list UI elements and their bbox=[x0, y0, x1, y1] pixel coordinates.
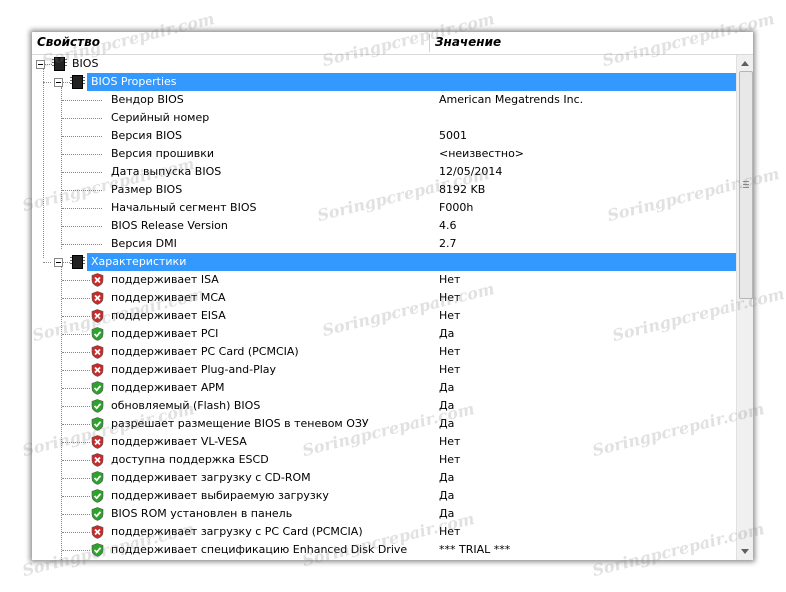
feature-value: Нет bbox=[439, 273, 461, 286]
tree-line bbox=[62, 460, 90, 461]
shield-check-icon bbox=[91, 399, 104, 413]
scroll-down-arrow-icon[interactable] bbox=[741, 549, 749, 554]
feature-value: Да bbox=[439, 489, 455, 502]
feature-row[interactable]: поддерживает APM Да bbox=[32, 379, 736, 397]
property-value: American Megatrends Inc. bbox=[439, 93, 584, 106]
shield-check-icon bbox=[91, 471, 104, 485]
property-value: 5001 bbox=[439, 129, 467, 142]
tree-line bbox=[62, 478, 90, 479]
feature-name: поддерживает выбираемую загрузку bbox=[111, 489, 329, 502]
tree-line bbox=[62, 514, 90, 515]
feature-name: поддерживает VL-VESA bbox=[111, 435, 247, 448]
tree-line bbox=[62, 370, 90, 371]
property-name: Версия BIOS bbox=[111, 129, 183, 142]
feature-row[interactable]: поддерживает Plug-and-Play Нет bbox=[32, 361, 736, 379]
shield-check-icon bbox=[91, 381, 104, 395]
property-name: Версия прошивки bbox=[111, 147, 215, 160]
tree-line bbox=[63, 82, 70, 83]
tree-line bbox=[62, 298, 90, 299]
shield-cross-icon bbox=[91, 291, 104, 305]
shield-cross-icon bbox=[91, 345, 104, 359]
feature-value: Нет bbox=[439, 345, 461, 358]
tree-line bbox=[62, 352, 90, 353]
tree-line bbox=[62, 496, 90, 497]
feature-value: Да bbox=[439, 381, 455, 394]
shield-cross-icon bbox=[91, 453, 104, 467]
shield-cross-icon bbox=[91, 273, 104, 287]
property-row[interactable]: Версия BIOS 5001 bbox=[32, 127, 736, 145]
property-row[interactable]: Версия DMI 2.7 bbox=[32, 235, 736, 253]
tree-line bbox=[62, 244, 102, 245]
tree-line bbox=[62, 226, 102, 227]
shield-cross-icon bbox=[91, 525, 104, 539]
property-row[interactable]: Вендор BIOS American Megatrends Inc. bbox=[32, 91, 736, 109]
feature-row[interactable]: доступна поддержка ESCD Нет bbox=[32, 451, 736, 469]
property-value: 2.7 bbox=[439, 237, 457, 250]
feature-name: BIOS ROM установлен в панель bbox=[111, 507, 293, 520]
feature-name: поддерживает APM bbox=[111, 381, 225, 394]
shield-check-icon bbox=[91, 507, 104, 521]
scroll-up-arrow-icon[interactable] bbox=[741, 61, 749, 66]
property-name: Начальный сегмент BIOS bbox=[111, 201, 257, 214]
property-name: Версия DMI bbox=[111, 237, 177, 250]
collapse-icon[interactable] bbox=[54, 258, 63, 267]
tree-line bbox=[62, 136, 102, 137]
feature-value: Нет bbox=[439, 435, 461, 448]
tree-node-label: BIOS Properties bbox=[87, 73, 736, 91]
feature-value: Да bbox=[439, 327, 455, 340]
tree-node-features[interactable]: Характеристики bbox=[32, 253, 736, 271]
shield-check-icon bbox=[91, 489, 104, 503]
bios-info-panel: Свойство Значение BIOS BIOS Properties В… bbox=[32, 32, 753, 560]
tree-line bbox=[62, 532, 90, 533]
feature-name: поддерживает загрузку с CD-ROM bbox=[111, 471, 311, 484]
property-value: <неизвестно> bbox=[439, 147, 525, 160]
tree-node-label: Характеристики bbox=[87, 253, 736, 271]
feature-name: поддерживает Plug-and-Play bbox=[111, 363, 277, 376]
tree-line bbox=[62, 172, 102, 173]
property-value: F000h bbox=[439, 201, 474, 214]
feature-name: поддерживает ISA bbox=[111, 273, 219, 286]
tree-line bbox=[62, 118, 102, 119]
feature-row[interactable]: поддерживает ISA Нет bbox=[32, 271, 736, 289]
tree-node-bios-properties[interactable]: BIOS Properties bbox=[32, 73, 736, 91]
chip-icon bbox=[70, 255, 85, 269]
feature-name: доступна поддержка ESCD bbox=[111, 453, 269, 466]
feature-row[interactable]: поддерживает загрузку с CD-ROM Да bbox=[32, 469, 736, 487]
tree-line bbox=[62, 208, 102, 209]
tree-line bbox=[62, 100, 102, 101]
property-row[interactable]: Версия прошивки <неизвестно> bbox=[32, 145, 736, 163]
tree-line bbox=[62, 388, 90, 389]
shield-cross-icon bbox=[91, 363, 104, 377]
property-name: BIOS Release Version bbox=[111, 219, 228, 232]
feature-value: *** TRIAL *** bbox=[439, 543, 511, 556]
feature-value: Нет bbox=[439, 453, 461, 466]
tree-line bbox=[62, 406, 90, 407]
feature-name: поддерживает PC Card (PCMCIA) bbox=[111, 345, 299, 358]
tree-line bbox=[63, 262, 70, 263]
feature-row[interactable]: поддерживает PC Card (PCMCIA) Нет bbox=[32, 343, 736, 361]
feature-value: Нет bbox=[439, 309, 461, 322]
property-row[interactable]: Серийный номер bbox=[32, 109, 736, 127]
feature-value: Да bbox=[439, 471, 455, 484]
feature-value: Нет bbox=[439, 363, 461, 376]
tree-line bbox=[62, 280, 90, 281]
feature-row[interactable]: поддерживает выбираемую загрузку Да bbox=[32, 487, 736, 505]
tree-line bbox=[62, 154, 102, 155]
property-name: Вендор BIOS bbox=[111, 93, 184, 106]
collapse-icon[interactable] bbox=[54, 78, 63, 87]
property-value: 4.6 bbox=[439, 219, 457, 232]
chip-icon bbox=[70, 75, 85, 89]
feature-name: поддерживает PCI bbox=[111, 327, 219, 340]
feature-row[interactable]: BIOS ROM установлен в панель Да bbox=[32, 505, 736, 523]
property-name: Серийный номер bbox=[111, 111, 210, 124]
